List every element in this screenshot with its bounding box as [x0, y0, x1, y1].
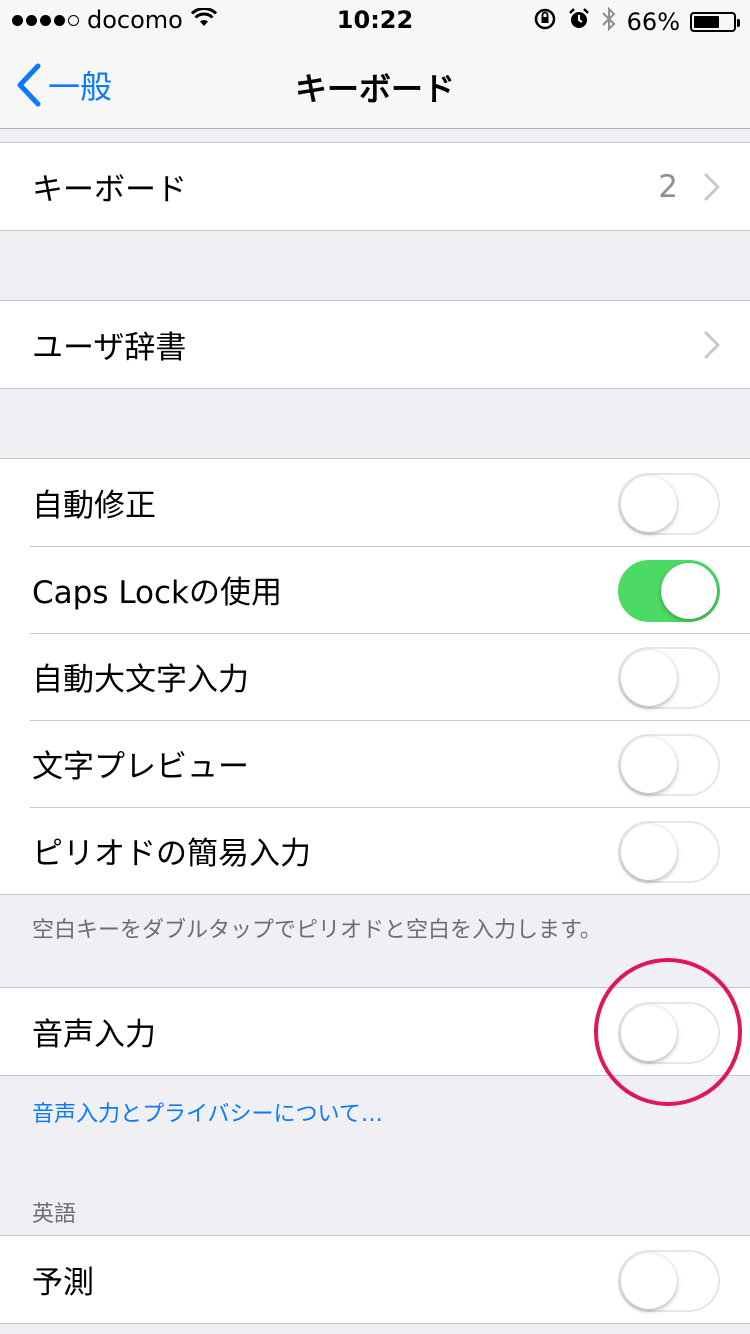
setting-row-auto-capitalization: 自動大文字入力: [0, 633, 750, 720]
keyboard-settings-group: 自動修正 Caps Lockの使用 自動大文字入力 文字プレビュー ピリオドの簡…: [0, 458, 750, 895]
period-shortcut-note: 空白キーをダブルタップでピリオドと空白を入力します。: [32, 918, 602, 943]
setting-row-auto-correction: 自動修正: [0, 459, 750, 546]
alarm-icon: [567, 7, 591, 37]
rotation-lock-icon: [533, 7, 557, 37]
keyboards-row-label: キーボード: [32, 172, 187, 208]
section-header-english: 英語: [32, 1202, 77, 1227]
bluetooth-icon: [601, 6, 617, 38]
auto-capitalization-toggle[interactable]: [618, 647, 720, 709]
period-shortcut-toggle[interactable]: [618, 821, 720, 883]
dictation-privacy-link[interactable]: 音声入力とプライバシーについて…: [32, 1096, 383, 1128]
setting-row-character-preview: 文字プレビュー: [0, 720, 750, 807]
user-dictionary-row[interactable]: ユーザ辞書: [0, 301, 750, 388]
setting-label: Caps Lockの使用: [32, 575, 283, 611]
setting-row-prediction: 予測: [0, 1236, 750, 1323]
chevron-right-icon: [704, 331, 720, 359]
user-dictionary-label: ユーザ辞書: [32, 330, 187, 366]
user-dictionary-group: ユーザ辞書: [0, 300, 750, 389]
chevron-right-icon: [704, 173, 720, 201]
highlight-circle: [594, 958, 742, 1106]
setting-label: ピリオドの簡易入力: [32, 836, 311, 872]
character-preview-toggle[interactable]: [618, 734, 720, 796]
setting-label: 音声入力: [32, 1017, 156, 1053]
keyboards-row[interactable]: キーボード 2: [0, 143, 750, 230]
setting-label: 予測: [32, 1265, 94, 1301]
battery-percentage: 66%: [626, 8, 680, 36]
battery-icon: [690, 12, 740, 32]
keyboards-count: 2: [658, 168, 678, 205]
caps-lock-toggle[interactable]: [618, 560, 720, 622]
page-title: キーボード: [294, 70, 455, 108]
english-group: 予測: [0, 1235, 750, 1324]
keyboards-group: キーボード 2: [0, 142, 750, 231]
auto-correction-toggle[interactable]: [618, 473, 720, 535]
setting-row-caps-lock: Caps Lockの使用: [0, 546, 750, 633]
navigation-bar: 一般 キーボード: [0, 40, 750, 129]
setting-label: 自動修正: [32, 488, 156, 524]
setting-label: 文字プレビュー: [32, 749, 249, 785]
setting-label: 自動大文字入力: [32, 662, 249, 698]
status-bar: docomo 10:22 66%: [0, 0, 750, 40]
setting-row-period-shortcut: ピリオドの簡易入力: [0, 807, 750, 894]
prediction-toggle[interactable]: [618, 1250, 720, 1312]
